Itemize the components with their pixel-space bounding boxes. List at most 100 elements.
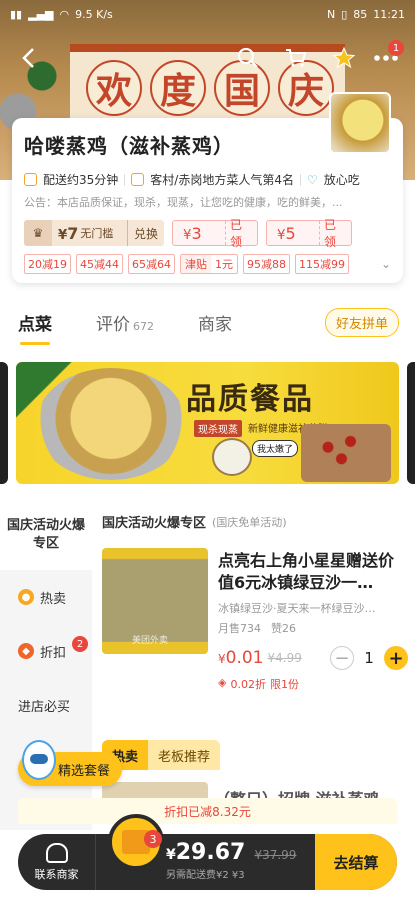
battery-level: 85	[353, 7, 368, 21]
delivery-fee: 另需配送费¥2 ¥3	[166, 870, 245, 881]
sim-icon: ▮▮	[10, 7, 23, 21]
safe-eat-label: 放心吃	[323, 173, 360, 187]
chicken-mascot	[212, 438, 252, 476]
network-speed: 9.5 K/s	[75, 7, 113, 21]
herbs-image	[301, 424, 391, 482]
price-row: ¥0.01 ¥4.99 − 1 +	[218, 646, 408, 670]
banner-title: 品质餐品	[186, 382, 314, 417]
coupon-row: ♛ ¥7 无门槛 兑换 ¥3 已领 ¥5 已领	[24, 218, 391, 249]
quantity-value: 1	[364, 649, 374, 667]
promo-carousel[interactable]: 品质餐品 现杀现蒸 新鲜健康滋补药膳 我太嫩了	[0, 362, 415, 484]
back-icon[interactable]	[14, 44, 42, 72]
tab-reviews[interactable]: 评价 672	[96, 310, 154, 335]
coupon-5[interactable]: ¥5 已领	[266, 218, 352, 249]
delivery-time: 配送约35分钟	[43, 173, 119, 187]
coupon-status: 已领	[319, 218, 351, 249]
discount-icon: ◆	[18, 643, 34, 659]
wifi-icon: ◠	[59, 7, 70, 21]
coupon-status: 已领	[225, 218, 257, 249]
product-price: ¥0.01	[218, 648, 264, 668]
image-watermark: 美团外卖	[132, 636, 169, 646]
vibrate-icon: ▯	[341, 7, 348, 21]
favorite-star-icon[interactable]	[330, 44, 358, 72]
speech-bubble: 我太嫩了	[252, 440, 299, 457]
promo-tag: 65减64	[128, 254, 175, 274]
shop-logo[interactable]	[329, 92, 391, 154]
clock: 11:21	[373, 7, 405, 21]
promo-banner[interactable]: 品质餐品 现杀现蒸 新鲜健康滋补药膳 我太嫩了	[16, 362, 399, 484]
tab-merchant[interactable]: 商家	[198, 310, 232, 335]
cart-count-badge: 3	[144, 830, 162, 848]
category-must-buy[interactable]: 进店必买	[0, 678, 92, 732]
monthly-sales: 月售734	[218, 622, 261, 635]
product-image[interactable]: 美团外卖	[102, 548, 208, 654]
product-description: 冰镇绿豆沙·夏天来一杯绿豆沙…	[218, 602, 376, 615]
rank-icon	[131, 173, 145, 186]
jintie-tag: 津贴 1元	[180, 254, 238, 274]
category-national-day[interactable]: 国庆活动火爆专区	[0, 500, 92, 570]
tag-icon: ◈	[218, 676, 227, 689]
original-price: ¥4.99	[267, 651, 302, 665]
product-name: 点亮右上角小星星赠送价值6元冰镇绿豆沙一…	[218, 551, 395, 592]
discount-info: ◈ 0.02折 限1份	[218, 676, 299, 692]
category-discount[interactable]: ◆ 折扣 2	[0, 624, 92, 678]
like-count: 赞26	[271, 622, 296, 635]
coupon-amount: ¥3	[183, 223, 202, 243]
exchange-button[interactable]: 兑换	[126, 220, 164, 246]
vip-coupon-amount: ¥7	[58, 223, 79, 243]
shopping-cart-icon[interactable]	[282, 44, 310, 72]
section-header: 国庆活动火爆专区 (国庆免单活动)	[102, 512, 287, 532]
clock-icon	[24, 173, 37, 186]
boss-recommend-tab[interactable]: 老板推荐	[148, 740, 221, 770]
vip-coupon-label: 无门槛	[80, 227, 114, 240]
contact-merchant-button[interactable]: 联系商家	[18, 834, 96, 890]
heart-icon: ♡	[306, 172, 318, 187]
more-menu-icon[interactable]: 1	[372, 40, 404, 72]
group-order-button[interactable]: 好友拼单	[324, 308, 399, 337]
chevron-down-icon[interactable]: ⌄	[381, 257, 391, 271]
discount-rate: 0.02折	[230, 678, 266, 691]
nfc-icon: N	[327, 7, 336, 21]
promo-tag: 20减19	[24, 254, 71, 274]
robot-mascot-icon[interactable]	[22, 740, 56, 780]
promo-tag: 95减88	[243, 254, 290, 274]
tab-order[interactable]: 点菜	[18, 310, 52, 345]
quantity-stepper: − 1 +	[330, 646, 408, 670]
increase-button[interactable]: +	[384, 646, 408, 670]
product-item[interactable]: 美团外卖 点亮右上角小星星赠送价值6元冰镇绿豆沙一… 冰镇绿豆沙·夏天来一杯绿豆…	[102, 548, 408, 698]
divider	[124, 173, 126, 186]
notification-badge: 1	[388, 40, 404, 56]
cart-summary[interactable]: ¥29.67 ¥37.99 另需配送费¥2 ¥3	[166, 840, 296, 881]
status-bar: ▮▮ ▂▄▆ ◠ 9.5 K/s N ▯ 85 11:21	[0, 0, 415, 28]
category-hot[interactable]: ● 热卖	[0, 570, 92, 624]
crown-icon: ♛	[24, 220, 52, 246]
checkout-button[interactable]: 去结算	[315, 834, 397, 890]
section-title: 国庆活动火爆专区	[102, 516, 207, 531]
purchase-limit: 限1份	[269, 678, 299, 691]
fire-icon: ●	[18, 589, 34, 605]
promo-tag: 115减99	[295, 254, 349, 274]
decrease-button[interactable]: −	[330, 646, 354, 670]
steamed-chicken-image	[36, 368, 186, 480]
banner-char: 度	[150, 60, 206, 116]
shop-notice[interactable]: 公告：本店品质保证，现杀，现蒸，让您吃的健康，吃的鲜美，...	[24, 194, 384, 210]
signal-icon: ▂▄▆	[28, 7, 54, 21]
search-icon[interactable]	[234, 44, 262, 72]
product-stats: 月售734 赞26	[218, 620, 296, 636]
coupon-3[interactable]: ¥3 已领	[172, 218, 258, 249]
coupon-amount: ¥5	[277, 223, 296, 243]
carousel-prev-slide	[0, 362, 8, 484]
cart-total: ¥29.67	[166, 840, 246, 865]
discount-summary: 折扣已减8.32元	[18, 798, 397, 824]
headset-icon	[45, 842, 68, 863]
shop-meta: 配送约35分钟 客村/赤岗地方菜人气第4名 ♡ 放心吃	[24, 171, 391, 188]
cart-original-total: ¥37.99	[254, 848, 297, 862]
shop-rank[interactable]: 客村/赤岗地方菜人气第4名	[150, 171, 294, 188]
divider	[299, 173, 301, 186]
section-note: (国庆免单活动)	[212, 515, 287, 529]
cart-bar: 联系商家 3 ¥29.67 ¥37.99 另需配送费¥2 ¥3 去结算	[18, 814, 397, 890]
shop-info-card: 哈喽蒸鸡（滋补蒸鸡） 配送约35分钟 客村/赤岗地方菜人气第4名 ♡ 放心吃 公…	[12, 92, 403, 283]
promo-tag: 45减44	[76, 254, 123, 274]
promo-tags[interactable]: 20减19 45减44 65减64 津贴 1元 95减88 115减99 ⌄	[24, 254, 391, 274]
vip-coupon[interactable]: ♛ ¥7 无门槛 兑换	[24, 220, 164, 246]
